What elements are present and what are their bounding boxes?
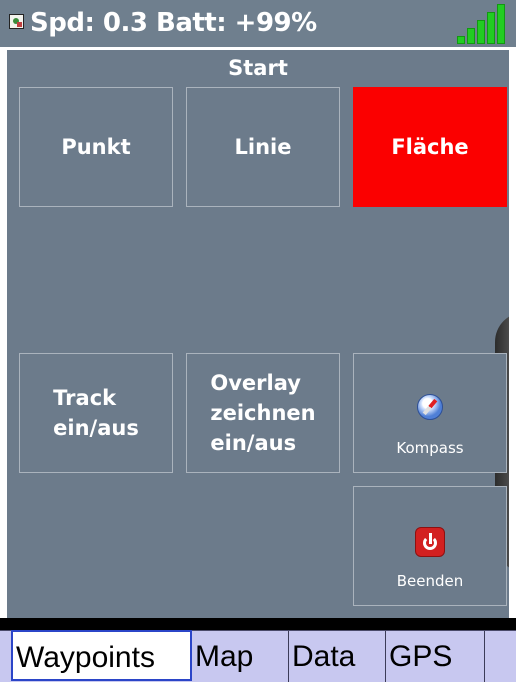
- signal-bar-5: [497, 4, 505, 44]
- signal-bar-2: [467, 28, 475, 44]
- signal-strength-icon: [457, 4, 507, 44]
- tab-gps[interactable]: GPS: [386, 631, 485, 682]
- tab-gps-label: GPS: [389, 640, 453, 673]
- tab-waypoints[interactable]: Waypoints: [11, 630, 192, 681]
- signal-bar-4: [487, 12, 495, 44]
- overlay-toggle-label: Overlay zeichnen ein/aus: [210, 371, 316, 455]
- kompass-label: Kompass: [396, 439, 464, 457]
- beenden-button[interactable]: Beenden: [353, 486, 507, 606]
- punkt-button[interactable]: Punkt: [19, 87, 173, 207]
- app-window: Spd: 0.3 Batt: +99% Start Punkt Linie Fl…: [0, 0, 516, 682]
- map-app-icon[interactable]: [9, 14, 24, 29]
- tab-data-label: Data: [292, 640, 356, 673]
- flaeche-button[interactable]: Fläche: [353, 87, 507, 207]
- compass-icon: [417, 394, 443, 422]
- panel-title: Start: [228, 56, 288, 80]
- tab-bar: Waypoints Map Data GPS: [0, 630, 516, 682]
- flaeche-label: Fläche: [391, 135, 469, 159]
- tab-waypoints-label: Waypoints: [16, 641, 155, 674]
- tab-map-label: Map: [195, 640, 254, 673]
- punkt-label: Punkt: [61, 135, 131, 159]
- linie-label: Linie: [234, 135, 292, 159]
- bottom-divider: [0, 618, 516, 630]
- beenden-label: Beenden: [396, 572, 464, 590]
- power-icon: [415, 527, 445, 557]
- signal-bar-1: [457, 36, 465, 44]
- tab-map[interactable]: Map: [192, 631, 289, 682]
- track-toggle-label: Track ein/aus: [53, 386, 139, 440]
- tab-data[interactable]: Data: [289, 631, 386, 682]
- status-bar: Spd: 0.3 Batt: +99%: [0, 0, 516, 47]
- track-toggle-button[interactable]: Track ein/aus: [19, 353, 173, 473]
- signal-bar-3: [477, 20, 485, 44]
- linie-button[interactable]: Linie: [186, 87, 340, 207]
- kompass-button[interactable]: Kompass: [353, 353, 507, 473]
- status-text: Spd: 0.3 Batt: +99%: [30, 8, 317, 38]
- main-panel: Start Punkt Linie Fläche Track ein/aus O…: [7, 50, 509, 618]
- tab-empty[interactable]: [485, 631, 516, 682]
- overlay-toggle-button[interactable]: Overlay zeichnen ein/aus: [186, 353, 340, 473]
